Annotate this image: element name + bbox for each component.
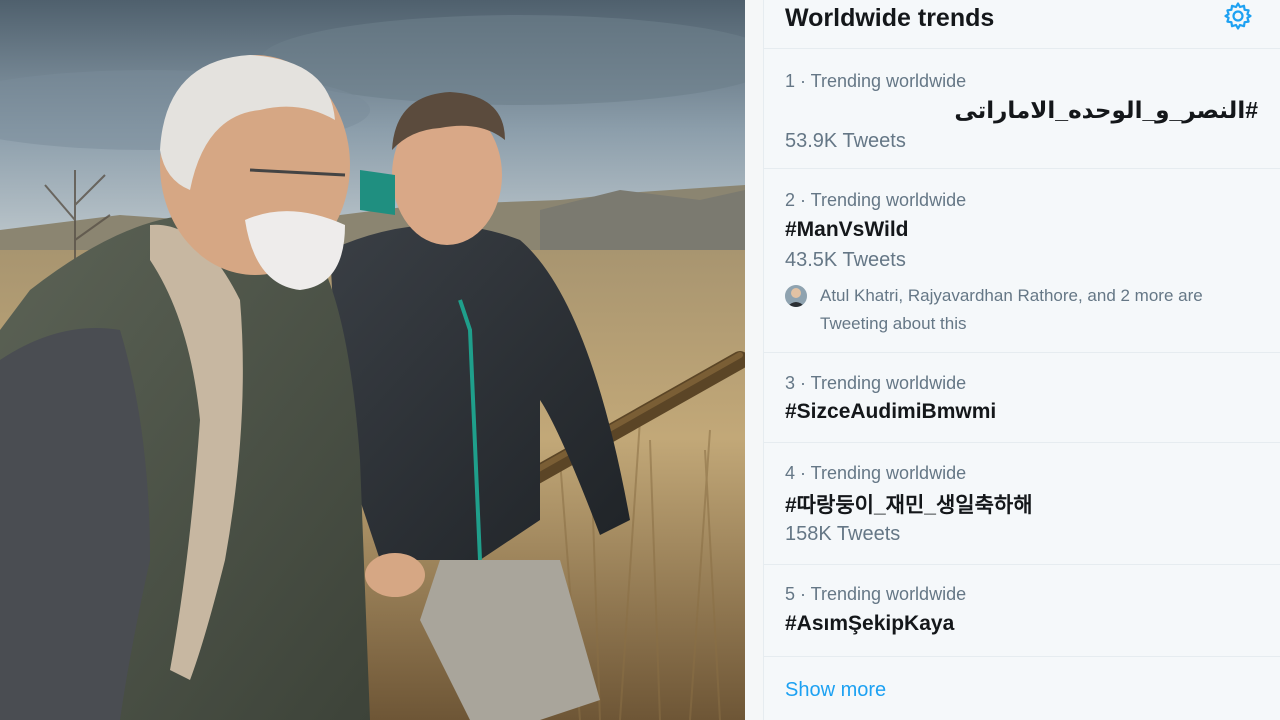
trend-name: #ManVsWild (785, 218, 909, 241)
trend-name: #النصر_و_الوحده_الاماراتی (954, 97, 1258, 123)
trend-context: 4 · Trending worldwide (785, 463, 967, 483)
trend-item-5[interactable]: 5 · Trending worldwide #AsımŞekipKaya (764, 565, 1280, 657)
trend-name: #SizceAudimiBmwmi (785, 400, 997, 423)
trend-context: 3 · Trending worldwide (785, 373, 967, 393)
trend-tweet-count: 158K Tweets (785, 523, 901, 545)
gear-icon (1224, 2, 1252, 30)
trend-tweet-count: 43.5K Tweets (785, 249, 906, 271)
trends-title: Worldwide trends (785, 4, 995, 32)
trends-header: Worldwide trends (764, 0, 1280, 49)
trend-name: #AsımŞekipKaya (785, 612, 955, 635)
worldwide-trends-panel: Worldwide trends 1 · Trending worldwide … (763, 0, 1280, 720)
trend-item-2[interactable]: 2 · Trending worldwide #ManVsWild 43.5K … (764, 169, 1280, 353)
photo-illustration (0, 0, 745, 720)
trends-settings-button[interactable] (1222, 0, 1254, 32)
avatar (785, 285, 807, 307)
promo-photo (0, 0, 745, 720)
trend-context: 5 · Trending worldwide (785, 584, 967, 604)
trend-item-3[interactable]: 3 · Trending worldwide #SizceAudimiBmwmi (764, 353, 1280, 443)
trend-item-4[interactable]: 4 · Trending worldwide #따랑둥이_재민_생일축하해 15… (764, 443, 1280, 565)
avatar-silhouette-icon (785, 285, 807, 307)
trend-context: 1 · Trending worldwide (785, 71, 967, 91)
trend-tweet-count: 53.9K Tweets (785, 130, 906, 152)
show-more-link[interactable]: Show more (785, 679, 886, 702)
trend-context: 2 · Trending worldwide (785, 190, 967, 210)
social-context-text: Atul Khatri, Rajyavardhan Rathore, and 2… (820, 286, 1203, 333)
trend-name: #따랑둥이_재민_생일축하해 (785, 494, 1033, 517)
panel-divider (745, 0, 763, 720)
trend-item-1[interactable]: 1 · Trending worldwide #النصر_و_الوحده_ا… (764, 49, 1280, 169)
